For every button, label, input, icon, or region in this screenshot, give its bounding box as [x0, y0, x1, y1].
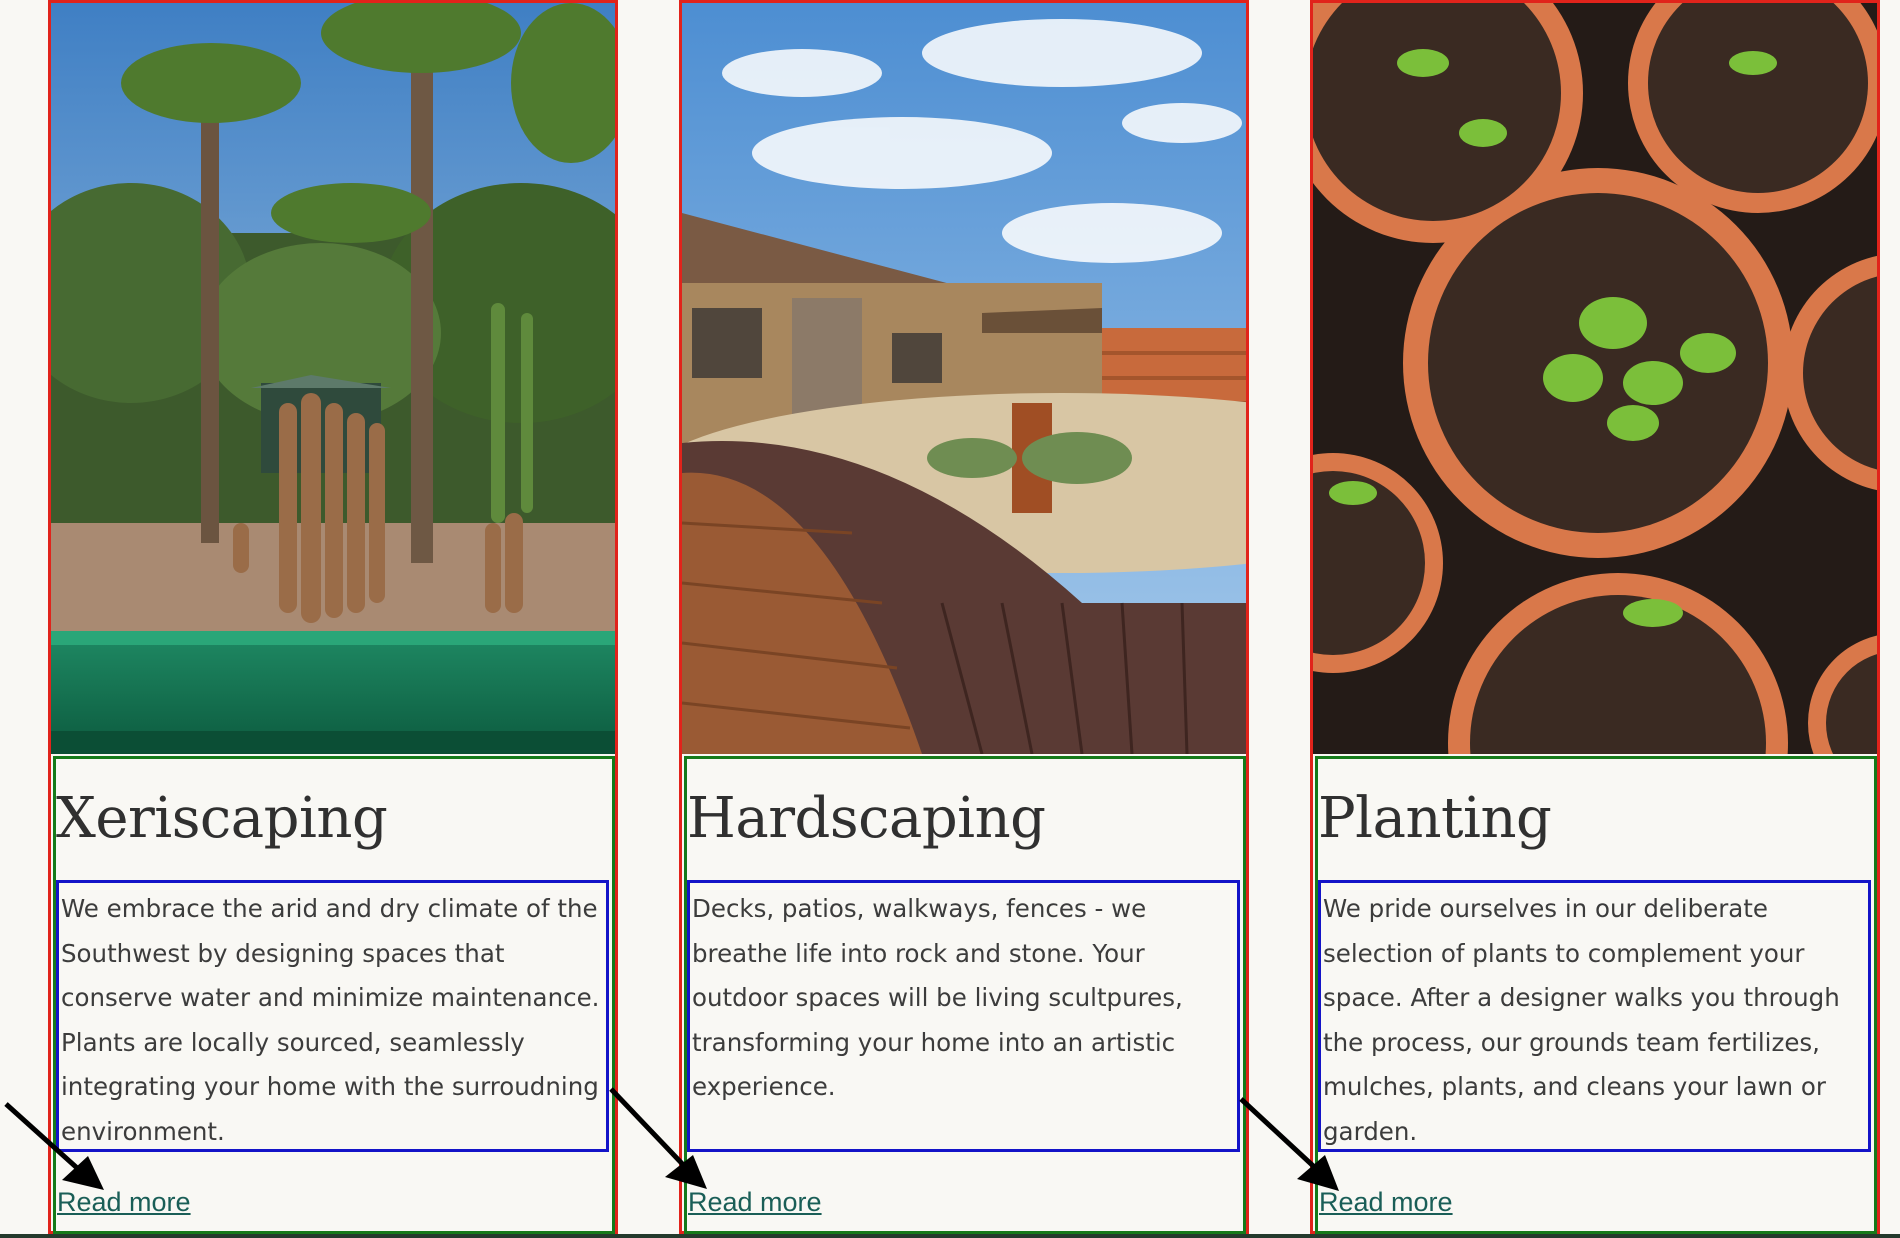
- arrow-icon: [609, 1087, 707, 1189]
- service-card-xeriscaping: Xeriscaping We embrace the arid and dry …: [48, 0, 618, 1234]
- planting-title: Planting: [1318, 786, 1552, 851]
- hardscaping-title: Hardscaping: [687, 786, 1046, 851]
- planting-description: We pride ourselves in our deliberate sel…: [1318, 880, 1871, 1152]
- hardscaping-description: Decks, patios, walkways, fences - we bre…: [687, 880, 1240, 1152]
- planting-image: [1313, 3, 1877, 754]
- xeriscaping-description: We embrace the arid and dry climate of t…: [56, 880, 609, 1152]
- arrow-icon: [1239, 1097, 1339, 1191]
- arrow-icon: [4, 1102, 104, 1190]
- xeriscaping-card-body: Xeriscaping We embrace the arid and dry …: [53, 756, 615, 1234]
- page-footer-edge: [0, 1234, 1900, 1238]
- service-card-hardscaping: Hardscaping Decks, patios, walkways, fen…: [679, 0, 1249, 1234]
- hardscaping-read-more-link[interactable]: Read more: [688, 1187, 822, 1218]
- services-section: Xeriscaping We embrace the arid and dry …: [0, 0, 1900, 1238]
- service-card-planting: Planting We pride ourselves in our delib…: [1310, 0, 1880, 1234]
- planting-card-body: Planting We pride ourselves in our delib…: [1315, 756, 1877, 1234]
- hardscaping-image: [682, 3, 1246, 754]
- hardscaping-card-body: Hardscaping Decks, patios, walkways, fen…: [684, 756, 1246, 1234]
- xeriscaping-image: [51, 3, 615, 754]
- xeriscaping-title: Xeriscaping: [56, 786, 388, 851]
